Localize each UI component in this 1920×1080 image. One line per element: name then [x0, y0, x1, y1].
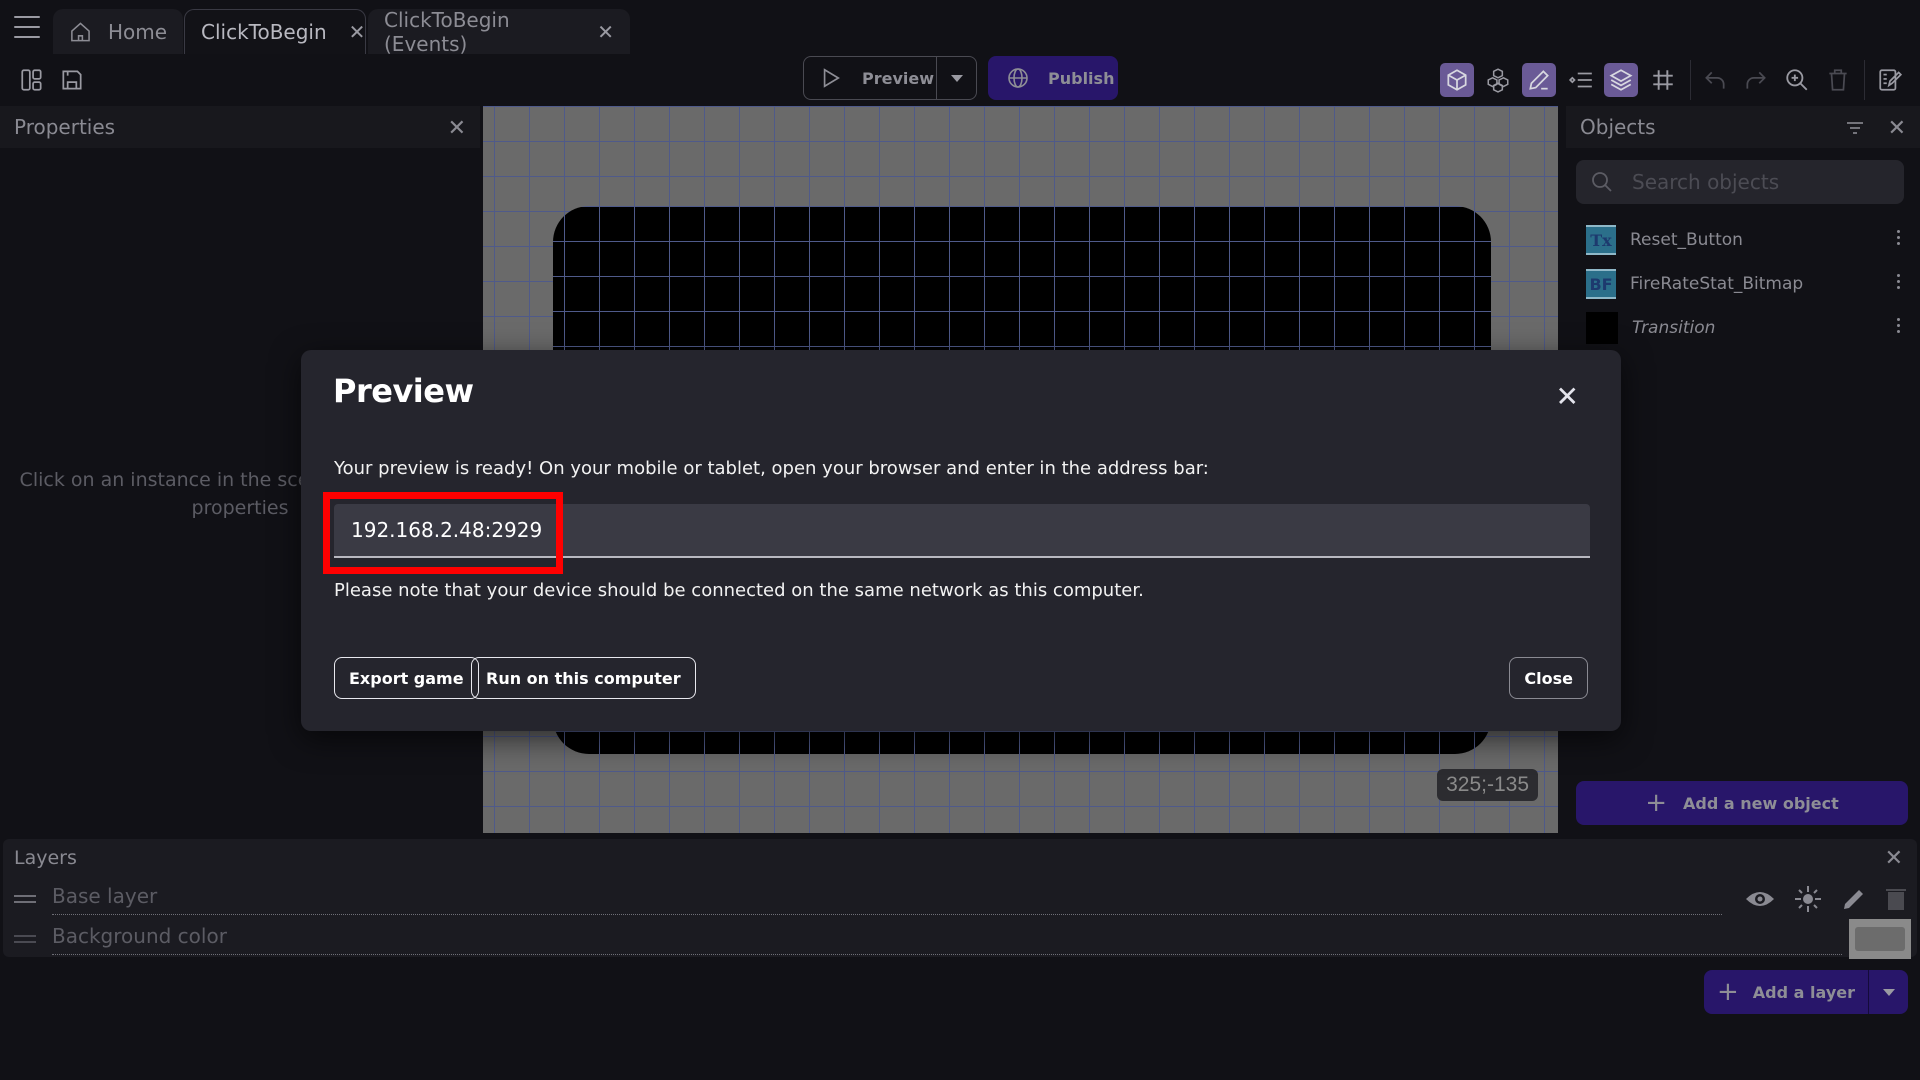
edit-icon[interactable]	[1522, 63, 1556, 97]
list-item[interactable]: Transition	[1566, 306, 1920, 350]
edit-layer-icon[interactable]	[1841, 886, 1867, 912]
tab-label: Home	[107, 19, 167, 44]
add-layer-dropdown[interactable]	[1868, 970, 1908, 1014]
properties-header: Properties ✕	[0, 106, 480, 148]
redo-icon[interactable]	[1742, 66, 1770, 94]
tab-label: ClickToBegin	[201, 20, 327, 44]
chevron-down-icon	[1882, 988, 1895, 996]
preview-dropdown[interactable]	[936, 57, 976, 99]
close-icon[interactable]: ✕	[1885, 846, 1903, 871]
drag-handle-icon[interactable]	[14, 935, 36, 943]
layers-panel: Layers ✕ Base layer Background color	[3, 839, 1917, 959]
grid-icon[interactable]	[1649, 66, 1677, 94]
add-object-label: Add a new object	[1683, 793, 1839, 813]
layer-name[interactable]: Background color	[52, 924, 1842, 955]
close-icon[interactable]: ✕	[448, 116, 466, 141]
play-icon	[823, 68, 840, 88]
close-tab-icon[interactable]: ✕	[597, 20, 614, 44]
object-groups-icon[interactable]	[1484, 66, 1512, 94]
instances-list-icon[interactable]	[1567, 66, 1595, 94]
delete-icon[interactable]	[1824, 66, 1852, 94]
visibility-icon[interactable]	[1745, 888, 1775, 910]
add-layer-main[interactable]: + Add a layer	[1704, 970, 1868, 1014]
close-icon[interactable]: ✕	[1556, 380, 1579, 413]
plus-icon: +	[1645, 788, 1668, 818]
more-options-icon[interactable]	[1897, 274, 1900, 289]
undo-icon[interactable]	[1701, 66, 1729, 94]
layers-title: Layers	[14, 847, 77, 869]
properties-title: Properties	[14, 115, 116, 139]
layers-header: Layers ✕	[3, 839, 1917, 877]
publish-button[interactable]: Publish	[988, 56, 1118, 100]
search-icon	[1592, 172, 1612, 192]
close-icon[interactable]: ✕	[1888, 116, 1906, 141]
preview-dialog: Preview ✕ Your preview is ready! On your…	[301, 350, 1621, 731]
delete-layer-icon[interactable]	[1885, 886, 1907, 912]
tab-home[interactable]: Home	[53, 9, 183, 54]
shape-object-icon	[1586, 312, 1618, 344]
more-options-icon[interactable]	[1897, 318, 1900, 333]
chevron-down-icon	[950, 74, 963, 82]
add-layer-button[interactable]: + Add a layer	[1704, 970, 1908, 1014]
drag-handle-icon[interactable]	[14, 895, 36, 903]
globe-icon	[1008, 68, 1028, 88]
preview-url-input[interactable]	[334, 504, 1590, 556]
tab-scene[interactable]: ClickToBegin ✕	[184, 9, 366, 54]
preview-main[interactable]: Preview	[804, 57, 936, 99]
background-color-swatch[interactable]	[1849, 919, 1911, 959]
more-options-icon[interactable]	[1897, 230, 1900, 245]
layer-actions	[1745, 884, 1907, 914]
toolbar-divider	[1690, 60, 1691, 100]
object-name: Reset_Button	[1630, 230, 1743, 250]
dialog-note: Please note that your device should be c…	[334, 580, 1144, 601]
search-objects[interactable]	[1576, 160, 1904, 204]
layers-icon[interactable]	[1604, 63, 1638, 97]
preview-button[interactable]: Preview	[803, 56, 977, 100]
plus-icon: +	[1717, 977, 1739, 1007]
object-name: FireRateStat_Bitmap	[1630, 274, 1804, 294]
menu-icon[interactable]	[14, 16, 40, 38]
bitmap-text-object-icon: BF	[1586, 269, 1616, 299]
tab-label: ClickToBegin (Events)	[384, 7, 510, 56]
list-item[interactable]: Tx Reset_Button	[1566, 218, 1920, 262]
cursor-coordinates: 325;-135	[1437, 769, 1538, 801]
filter-icon[interactable]	[1846, 120, 1864, 136]
close-button[interactable]: Close	[1509, 657, 1588, 699]
run-on-this-computer-button[interactable]: Run on this computer	[471, 657, 696, 699]
toolbar-divider	[1864, 60, 1865, 100]
lighting-icon[interactable]	[1793, 884, 1823, 914]
scene-properties-icon[interactable]	[1876, 66, 1904, 94]
layer-name[interactable]: Base layer	[52, 884, 1722, 915]
objects-3d-icon[interactable]	[1440, 63, 1474, 97]
add-new-object-button[interactable]: + Add a new object	[1576, 781, 1908, 825]
layout-panels-icon[interactable]	[18, 66, 46, 94]
close-tab-icon[interactable]: ✕	[349, 20, 366, 44]
preview-label: Preview	[862, 68, 935, 88]
text-object-icon: Tx	[1586, 225, 1616, 255]
home-icon	[71, 21, 90, 41]
tab-bar: Home ClickToBegin ✕ ClickToBegin (Events…	[0, 0, 1920, 56]
zoom-in-icon[interactable]	[1783, 66, 1811, 94]
publish-label: Publish	[1048, 68, 1115, 88]
preview-url-field[interactable]	[334, 504, 1590, 558]
list-item[interactable]: BF FireRateStat_Bitmap	[1566, 262, 1920, 306]
tab-events[interactable]: ClickToBegin (Events) ✕	[368, 7, 630, 56]
dialog-message: Your preview is ready! On your mobile or…	[334, 458, 1209, 479]
search-input[interactable]	[1632, 170, 1892, 194]
dialog-title: Preview	[333, 372, 474, 410]
objects-title: Objects	[1580, 115, 1656, 139]
objects-header: Objects ✕	[1566, 106, 1920, 148]
layer-row[interactable]: Base layer	[3, 879, 1917, 919]
app-root: Home ClickToBegin ✕ ClickToBegin (Events…	[0, 0, 1920, 1080]
layer-row[interactable]: Background color	[3, 919, 1917, 959]
save-icon[interactable]	[58, 66, 86, 94]
export-game-button[interactable]: Export game	[334, 657, 479, 699]
objects-list: Tx Reset_Button BF FireRateStat_Bitmap T…	[1566, 218, 1920, 350]
add-layer-label: Add a layer	[1752, 982, 1855, 1002]
object-name: Transition	[1632, 318, 1716, 338]
